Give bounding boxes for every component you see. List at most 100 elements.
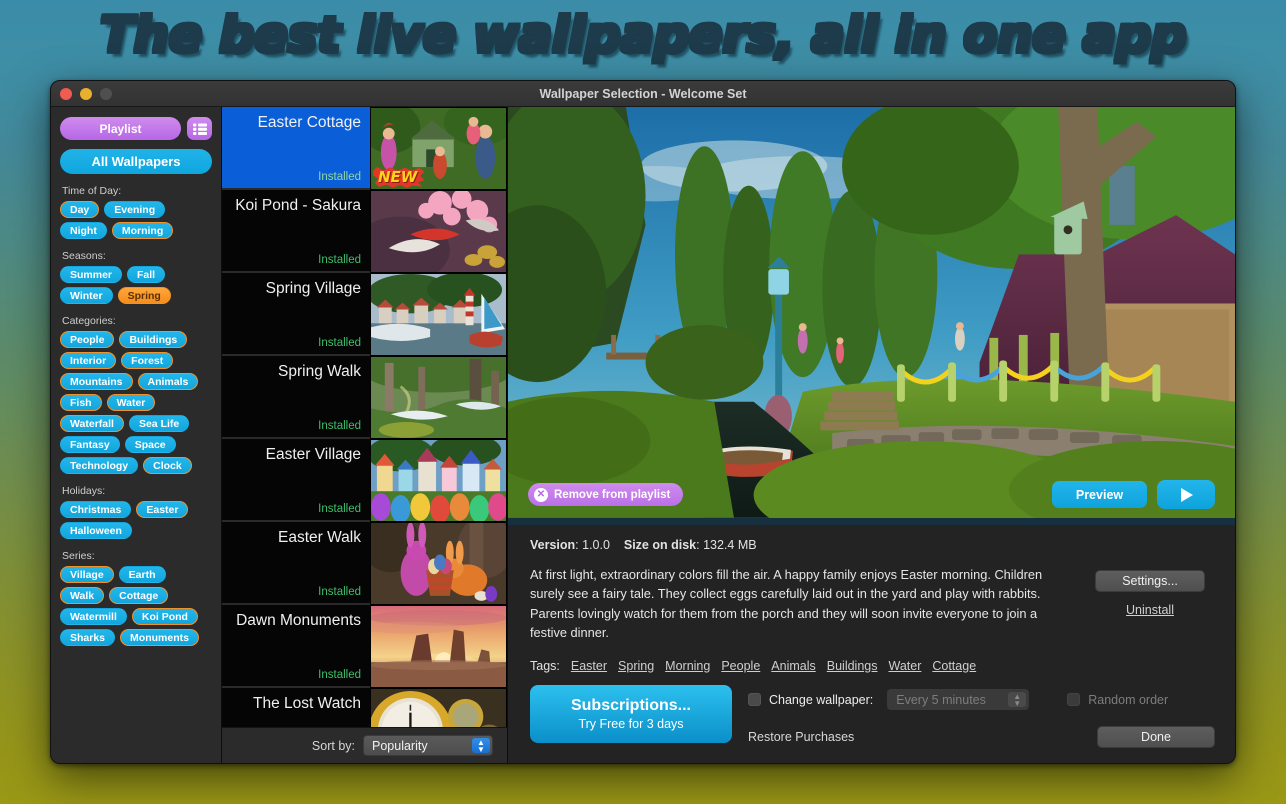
filter-chip-water[interactable]: Water [106, 394, 156, 411]
footer-bar: Subscriptions... Try Free for 3 days Cha… [508, 677, 1235, 763]
filter-chip-halloween[interactable]: Halloween [60, 522, 132, 539]
filter-chip-fall[interactable]: Fall [127, 266, 166, 283]
filter-chip-easter[interactable]: Easter [136, 501, 189, 518]
all-wallpapers-button[interactable]: All Wallpapers [60, 149, 212, 174]
sort-select[interactable]: Popularity ▲ ▼ [363, 735, 493, 756]
wallpaper-list-item[interactable]: Easter Cottage Installed NEW [222, 107, 507, 190]
filter-chip-animals[interactable]: Animals [137, 373, 199, 390]
list-item-title: Spring Walk [278, 363, 361, 380]
close-x-icon: ✕ [534, 487, 548, 502]
filter-chip-space[interactable]: Space [124, 436, 176, 453]
remove-from-playlist-button[interactable]: ✕ Remove from playlist [528, 483, 684, 506]
wallpaper-list-item[interactable]: Spring Village Installed [222, 273, 507, 356]
filter-chip-walk[interactable]: Walk [60, 587, 105, 604]
list-view-button[interactable] [187, 117, 212, 140]
tag-link[interactable]: Water [888, 659, 921, 673]
playlist-button[interactable]: Playlist [60, 117, 181, 140]
list-item-meta: The Lost Watch [222, 688, 370, 727]
wallpaper-description: At first light, extraordinary colors fil… [530, 567, 1043, 641]
filter-chip-night[interactable]: Night [60, 222, 107, 239]
filter-chip-winter[interactable]: Winter [60, 287, 113, 304]
tag-link[interactable]: Spring [618, 659, 654, 673]
preview-scene-art [508, 107, 1235, 518]
filter-chip-summer[interactable]: Summer [60, 266, 123, 283]
list-item-thumbnail [370, 688, 507, 727]
tags-label: Tags: [530, 658, 560, 673]
list-item-thumbnail [370, 273, 507, 356]
filter-chip-evening[interactable]: Evening [104, 201, 166, 218]
filter-chip-interior[interactable]: Interior [60, 352, 117, 369]
settings-button[interactable]: Settings... [1095, 570, 1205, 592]
filter-chip-forest[interactable]: Forest [121, 352, 174, 369]
version-label: Version [530, 538, 576, 552]
detail-pane: ✕ Remove from playlist Preview Version: … [508, 107, 1235, 763]
tag-link[interactable]: Morning [665, 659, 710, 673]
uninstall-link[interactable]: Uninstall [1126, 603, 1174, 617]
thumbnail-art [371, 191, 506, 272]
list-item-title: Easter Walk [278, 529, 361, 546]
tag-link[interactable]: People [721, 659, 760, 673]
wallpaper-list-item[interactable]: Easter Village Installed [222, 439, 507, 522]
window-title: Wallpaper Selection - Welcome Set [539, 86, 747, 101]
filter-group-label: Seasons: [62, 250, 106, 262]
tag-link[interactable]: Cottage [932, 659, 976, 673]
filter-chip-earth[interactable]: Earth [118, 566, 166, 583]
change-wallpaper-checkbox[interactable] [748, 693, 761, 706]
list-item-status: Installed [318, 171, 361, 183]
filter-chip-day[interactable]: Day [60, 201, 100, 218]
filter-chip-monuments[interactable]: Monuments [120, 629, 199, 646]
filter-chip-sea-life[interactable]: Sea Life [128, 415, 190, 432]
minimize-button-icon[interactable] [80, 87, 92, 100]
preview-button[interactable]: Preview [1052, 481, 1147, 508]
wallpaper-list-item[interactable]: Easter Walk Installed [222, 522, 507, 605]
list-item-thumbnail [370, 522, 507, 605]
filter-sidebar: Playlist All Wallpapers Time of Day: Day E… [51, 107, 221, 763]
tags-row: Tags: Easter Spring Morning People Animals Bu… [530, 659, 1215, 673]
filter-chip-people[interactable]: People [60, 331, 115, 348]
filter-chip-koi-pond[interactable]: Koi Pond [131, 608, 198, 625]
filter-chip-buildings[interactable]: Buildings [119, 331, 188, 348]
filter-chip-cottage[interactable]: Cottage [109, 587, 169, 604]
thumbnail-art [371, 606, 506, 687]
filter-chip-christmas[interactable]: Christmas [60, 501, 132, 518]
filter-chip-fantasy[interactable]: Fantasy [60, 436, 120, 453]
filter-chip-mountains[interactable]: Mountains [60, 373, 133, 390]
wallpaper-list-item[interactable]: Dawn Monuments Installed [222, 605, 507, 688]
filter-group-label: Time of Day: [62, 185, 122, 197]
window-controls [60, 87, 112, 100]
filter-chip-watermill[interactable]: Watermill [60, 608, 127, 625]
wallpaper-list-item[interactable]: Koi Pond - Sakura Installed [222, 190, 507, 273]
list-item-title: Easter Cottage [257, 114, 361, 131]
tag-link[interactable]: Buildings [827, 659, 878, 673]
done-button[interactable]: Done [1097, 726, 1215, 748]
tag-link[interactable]: Easter [571, 659, 607, 673]
thumbnail-art [371, 689, 506, 727]
close-button-icon[interactable] [60, 87, 72, 100]
interval-select[interactable]: Every 5 minutes ▲ ▼ [887, 689, 1030, 710]
tag-link[interactable]: Animals [771, 659, 815, 673]
wallpaper-list[interactable]: Easter Cottage Installed NEW Koi Pond - Sak… [222, 107, 507, 727]
filter-chip-morning[interactable]: Morning [111, 222, 174, 239]
filter-chip-sharks[interactable]: Sharks [60, 629, 116, 646]
promo-headline-text: The best live wallpapers, all in one app [99, 6, 1187, 64]
filter-chip-village[interactable]: Village [60, 566, 114, 583]
filter-chip-spring[interactable]: Spring [117, 287, 171, 304]
filter-chip-technology[interactable]: Technology [60, 457, 139, 474]
list-item-meta: Easter Cottage Installed [222, 107, 370, 188]
filter-chip-clock[interactable]: Clock [143, 457, 192, 474]
random-order-checkbox[interactable] [1067, 693, 1081, 706]
thumbnail-art [371, 523, 506, 604]
filter-chip-fish[interactable]: Fish [60, 394, 102, 411]
version-size-line: Version: 1.0.0 Size on disk: 132.4 MB [530, 538, 757, 552]
restore-purchases-link[interactable]: Restore Purchases [748, 730, 854, 744]
subscriptions-button[interactable]: Subscriptions... Try Free for 3 days [530, 685, 732, 743]
window-titlebar: Wallpaper Selection - Welcome Set [51, 81, 1235, 107]
wallpaper-list-item[interactable]: The Lost Watch [222, 688, 507, 727]
subscriptions-subtitle: Try Free for 3 days [578, 717, 684, 731]
list-item-title: Dawn Monuments [236, 612, 361, 629]
filter-chip-group: People Buildings Interior Forest Mountains An… [60, 331, 212, 474]
wallpaper-list-item[interactable]: Spring Walk Installed [222, 356, 507, 439]
play-button[interactable] [1157, 480, 1215, 509]
zoom-button-icon [100, 87, 112, 100]
filter-chip-waterfall[interactable]: Waterfall [60, 415, 124, 432]
